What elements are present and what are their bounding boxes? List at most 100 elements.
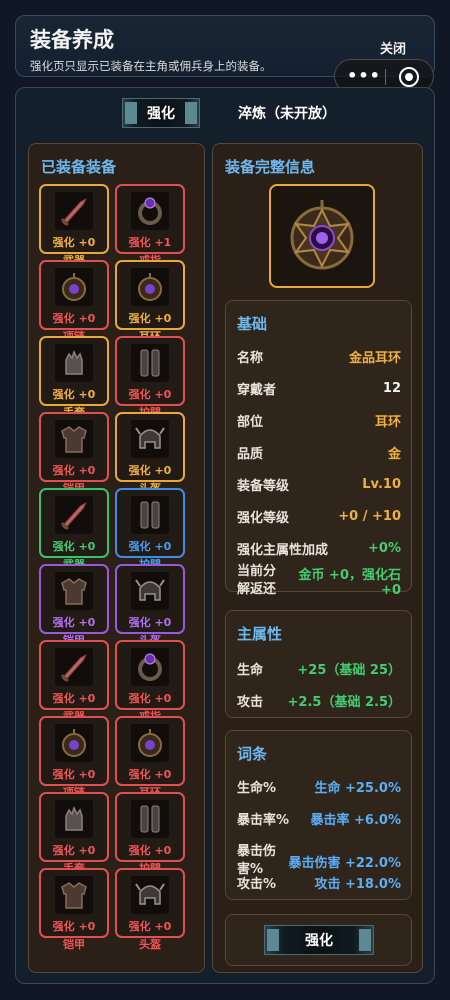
equipped-item-slot[interactable]: 强化 +0 项链: [39, 260, 109, 340]
info-key: 品质: [237, 447, 264, 462]
greaves-icon: [131, 800, 169, 838]
tab-refine[interactable]: 淬炼（未开放）: [238, 98, 336, 128]
info-row: 穿戴者 12: [237, 379, 401, 398]
equipped-item-slot[interactable]: 强化 +0 铠甲: [39, 868, 109, 951]
equipped-item-slot[interactable]: 强化 +1 戒指: [115, 184, 185, 264]
equipped-item-slot[interactable]: 强化 +0 武器: [39, 640, 109, 720]
info-value: 金品耳环: [348, 351, 401, 366]
info-row: 生命 +25（基础 25）: [237, 659, 401, 678]
equipped-item-slot[interactable]: 强化 +0 头盔: [115, 868, 185, 951]
info-key: 名称: [237, 351, 264, 366]
info-key: 穿戴者: [237, 383, 277, 398]
info-row: 名称 金品耳环: [237, 347, 401, 366]
info-value: +0 / +10: [338, 509, 401, 524]
equipped-item-slot[interactable]: 强化 +0 铠甲: [39, 412, 109, 492]
info-value: 暴击率 +6.0%: [310, 813, 401, 828]
equipped-item-slot[interactable]: 强化 +0 铠甲: [39, 564, 109, 644]
equipped-item-slot[interactable]: 强化 +0 耳环: [115, 716, 185, 796]
equipped-item-slot[interactable]: 强化 +0 护腿: [115, 488, 185, 568]
info-row: 暴击率% 暴击率 +6.0%: [237, 809, 401, 828]
equipped-item-slot[interactable]: 强化 +0 项链: [39, 716, 109, 796]
info-value: 生命 +25.0%: [314, 781, 401, 796]
affix-title: 词条: [237, 745, 268, 763]
info-value: 12: [382, 381, 401, 396]
equipped-item-slot[interactable]: 强化 +0 耳环: [115, 260, 185, 340]
info-key: 攻击: [237, 695, 264, 710]
amulet-icon: [131, 724, 169, 762]
equipped-item-slot[interactable]: 强化 +0 护腿: [115, 792, 185, 872]
tab-enhance-plate: 强化: [122, 98, 200, 128]
enhance-action-area: 强化: [225, 914, 412, 966]
greaves-icon: [131, 496, 169, 534]
main-attr-title: 主属性: [237, 625, 283, 643]
page-title: 装备养成: [30, 28, 114, 52]
item-enhance-level: 强化 +0: [128, 844, 172, 857]
equipped-item-slot[interactable]: 强化 +0 武器: [39, 184, 109, 264]
more-menu-icon[interactable]: •••: [347, 65, 381, 87]
main-attr-card: 主属性 生命 +25（基础 25） 攻击 +2.5（基础 2.5）: [225, 610, 412, 718]
enhance-button-label: 强化: [305, 933, 333, 949]
info-value: +25（基础 25）: [297, 663, 401, 678]
greaves-icon: [131, 344, 169, 382]
equipped-item-slot[interactable]: 强化 +0 手套: [39, 336, 109, 416]
detail-title: 装备完整信息: [225, 158, 316, 176]
info-value: 耳环: [374, 415, 401, 430]
item-detail-panel: 装备完整信息 基础 名称 金品耳环 穿戴者 12 部位 耳环 品质 金装备等级 Lv.10 强化等…: [212, 143, 423, 973]
info-key: 攻击%: [237, 877, 277, 892]
item-enhance-level: 强化 +0: [52, 920, 96, 933]
gauntlet-icon: [55, 344, 93, 382]
info-key: 生命%: [237, 781, 277, 796]
close-miniprogram-icon[interactable]: [399, 67, 419, 87]
item-slot-name: 头盔: [139, 938, 161, 951]
tab-enhance[interactable]: 强化: [122, 98, 200, 128]
equipped-item-slot[interactable]: 强化 +0 头盔: [115, 564, 185, 644]
info-key: 生命: [237, 663, 264, 678]
equipped-item-slot[interactable]: 强化 +0 头盔: [115, 412, 185, 492]
armor-icon: [55, 420, 93, 458]
info-key: 暴击率%: [237, 813, 290, 828]
item-enhance-level: 强化 +0: [52, 692, 96, 705]
sword-icon: [55, 192, 93, 230]
ring-icon: [131, 192, 169, 230]
tab-refine-label: 淬炼（未开放）: [238, 106, 336, 122]
info-row: 攻击 +2.5（基础 2.5）: [237, 691, 401, 710]
selected-item-preview: [269, 184, 375, 288]
base-info-title: 基础: [237, 315, 268, 333]
info-value: 金: [387, 447, 401, 462]
page-subtitle: 强化页只显示已装备在主角或佣兵身上的装备。: [30, 59, 272, 73]
info-key: 部位: [237, 415, 264, 430]
item-enhance-level: 强化 +0: [52, 312, 96, 325]
equipped-item-slot[interactable]: 强化 +0 武器: [39, 488, 109, 568]
info-key: 强化等级: [237, 511, 290, 526]
sword-icon: [55, 496, 93, 534]
enhance-button[interactable]: 强化: [264, 925, 374, 955]
info-row: 强化等级 +0 / +10: [237, 507, 401, 526]
helmet-icon: [131, 572, 169, 610]
equipped-item-slot[interactable]: 强化 +0 手套: [39, 792, 109, 872]
equipped-list-panel: 已装备装备 强化 +0 武器 强化 +1 戒指 强化 +0 项链 强化 +0 耳环 强化 +0 手…: [28, 143, 205, 973]
armor-icon: [55, 876, 93, 914]
item-enhance-level: 强化 +0: [128, 920, 172, 933]
amulet-icon: [55, 724, 93, 762]
info-value: 攻击 +18.0%: [314, 877, 401, 892]
close-button[interactable]: 关闭: [380, 38, 406, 57]
helmet-icon: [131, 876, 169, 914]
item-enhance-level: 强化 +0: [52, 844, 96, 857]
armor-icon: [55, 572, 93, 610]
info-value: 金币 +0，强化石 +0: [298, 568, 401, 598]
item-enhance-level: 强化 +0: [128, 692, 172, 705]
tab-enhance-label: 强化: [147, 106, 175, 122]
equipped-item-slot[interactable]: 强化 +0 戒指: [115, 640, 185, 720]
base-info-card: 基础 名称 金品耳环 穿戴者 12 部位 耳环 品质 金装备等级 Lv.10 强化等级 +0 / +…: [225, 300, 412, 598]
equipped-title: 已装备装备: [41, 158, 117, 176]
ring-icon: [131, 648, 169, 686]
item-enhance-level: 强化 +0: [52, 388, 96, 401]
item-enhance-level: 强化 +0: [52, 540, 96, 553]
equipped-item-slot[interactable]: 强化 +0 护腿: [115, 336, 185, 416]
main-panel: 强化 淬炼（未开放） 已装备装备 强化 +0 武器 强化 +1 戒指 强化 +0 项链 强化…: [15, 87, 435, 984]
amulet-icon: [131, 268, 169, 306]
item-enhance-level: 强化 +0: [128, 312, 172, 325]
amulet-icon: [55, 268, 93, 306]
info-value: 暴击伤害 +22.0%: [288, 855, 401, 871]
info-key: 强化主属性加成: [237, 543, 329, 558]
